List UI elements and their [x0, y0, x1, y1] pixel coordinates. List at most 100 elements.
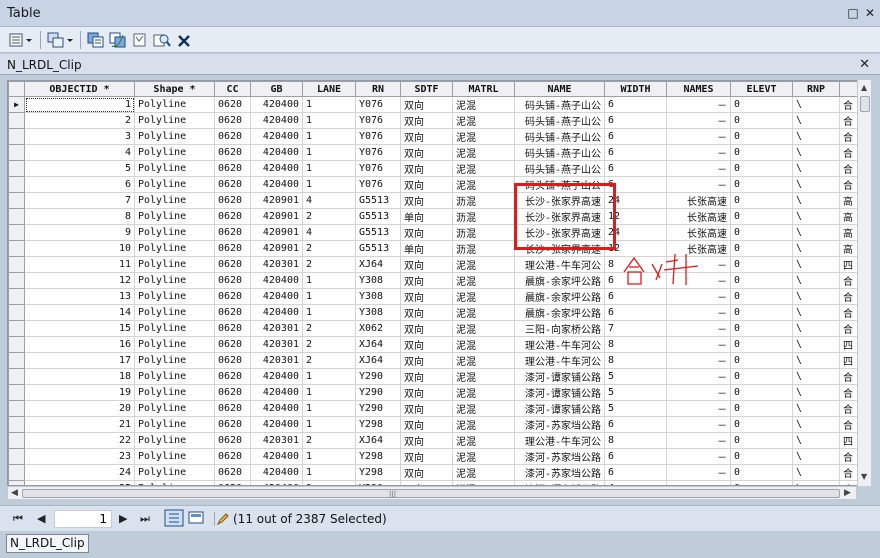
table-cell[interactable]: 沥混	[452, 192, 515, 209]
table-cell[interactable]: Polyline	[134, 448, 215, 465]
zoom-to-selected-button[interactable]	[153, 31, 171, 48]
table-cell[interactable]: 5	[604, 384, 667, 401]
table-cell[interactable]: 0	[730, 160, 793, 177]
table-cell[interactable]: －	[666, 176, 731, 193]
column-header[interactable]: NAMES	[666, 81, 731, 97]
table-cell[interactable]: Y076	[355, 112, 401, 129]
table-cell[interactable]: XJ64	[355, 432, 401, 449]
table-cell[interactable]: 0	[730, 432, 793, 449]
table-cell[interactable]: 1	[302, 112, 356, 129]
table-cell[interactable]: 6	[24, 176, 135, 193]
table-cell[interactable]: －	[666, 96, 731, 113]
table-cell[interactable]: －	[666, 128, 731, 145]
table-cell[interactable]: 0	[730, 112, 793, 129]
table-cell[interactable]: 3	[24, 128, 135, 145]
table-cell[interactable]: 420400	[250, 464, 303, 481]
table-row[interactable]: 10 Polyline 0620 420901 2 G5513 单向 沥混 长沙-张家界高速 12…	[8, 240, 870, 257]
table-cell[interactable]: 泥混	[452, 112, 515, 129]
table-cell[interactable]: 双向	[400, 464, 453, 481]
table-cell[interactable]: 双向	[400, 128, 453, 145]
table-row[interactable]: 7 Polyline 0620 420901 4 G5513 双向 沥混 长沙-张家界高速 24 长…	[8, 192, 870, 209]
table-cell[interactable]: 0	[730, 352, 793, 369]
row-selector[interactable]	[8, 432, 25, 449]
table-cell[interactable]: 420901	[250, 224, 303, 241]
row-selector[interactable]: ▶	[8, 96, 25, 113]
horizontal-scroll-thumb[interactable]: |||	[22, 489, 840, 498]
table-cell[interactable]: 1	[302, 288, 356, 305]
row-selector[interactable]	[8, 304, 25, 321]
table-cell[interactable]: －	[666, 400, 731, 417]
table-cell[interactable]: Y076	[355, 128, 401, 145]
bottom-table-tab[interactable]: N_LRDL_Clip	[6, 534, 89, 553]
table-cell[interactable]: \	[792, 128, 840, 145]
table-cell[interactable]: 420400	[250, 448, 303, 465]
table-cell[interactable]: 0	[730, 176, 793, 193]
table-cell[interactable]: G5513	[355, 192, 401, 209]
table-cell[interactable]: 双向	[400, 368, 453, 385]
table-cell[interactable]: 0620	[214, 96, 251, 113]
table-cell[interactable]: 6	[604, 112, 667, 129]
table-cell[interactable]: 泥混	[452, 160, 515, 177]
table-cell[interactable]: 23	[24, 448, 135, 465]
column-header[interactable]: LANE	[302, 81, 356, 97]
row-selector[interactable]	[8, 112, 25, 129]
table-cell[interactable]: \	[792, 304, 840, 321]
table-cell[interactable]: \	[792, 240, 840, 257]
table-cell[interactable]: 420400	[250, 384, 303, 401]
table-cell[interactable]: Polyline	[134, 464, 215, 481]
column-header[interactable]: ELEVT	[730, 81, 793, 97]
table-cell[interactable]: Polyline	[134, 304, 215, 321]
table-cell[interactable]: 420301	[250, 432, 303, 449]
table-cell[interactable]: \	[792, 368, 840, 385]
row-selector[interactable]	[8, 352, 25, 369]
row-selector[interactable]	[8, 336, 25, 353]
select-by-attributes-button[interactable]	[87, 31, 105, 48]
table-cell[interactable]: 泥混	[452, 96, 515, 113]
table-cell[interactable]: 晨旗-余家坪公路	[514, 288, 605, 305]
table-cell[interactable]: 0620	[214, 288, 251, 305]
table-cell[interactable]: 14	[24, 304, 135, 321]
table-cell[interactable]: Y076	[355, 144, 401, 161]
table-cell[interactable]: 4	[302, 192, 356, 209]
table-cell[interactable]: 0	[730, 448, 793, 465]
table-cell[interactable]: Y076	[355, 96, 401, 113]
table-cell[interactable]: \	[792, 416, 840, 433]
table-cell[interactable]: 泥混	[452, 432, 515, 449]
table-cell[interactable]: －	[666, 368, 731, 385]
table-cell[interactable]: 双向	[400, 256, 453, 273]
table-cell[interactable]: Polyline	[134, 208, 215, 225]
column-header[interactable]: SDTF	[400, 81, 453, 97]
table-cell[interactable]: 0	[730, 208, 793, 225]
table-cell[interactable]: 码头铺-燕子山公	[514, 128, 605, 145]
table-row[interactable]: 6 Polyline 0620 420400 1 Y076 双向 泥混 码头铺-燕子山公 6 － 0 \…	[8, 176, 870, 193]
previous-record-button[interactable]: ◀	[37, 512, 45, 525]
table-cell[interactable]: Polyline	[134, 416, 215, 433]
table-cell[interactable]: 6	[604, 128, 667, 145]
table-cell[interactable]: Polyline	[134, 288, 215, 305]
row-selector[interactable]	[8, 192, 25, 209]
table-cell[interactable]: 0620	[214, 160, 251, 177]
table-cell[interactable]: 420301	[250, 336, 303, 353]
row-selector[interactable]	[8, 224, 25, 241]
table-cell[interactable]: 沥混	[452, 240, 515, 257]
table-cell[interactable]: 0	[730, 96, 793, 113]
table-cell[interactable]: Y298	[355, 464, 401, 481]
table-cell[interactable]: 双向	[400, 448, 453, 465]
table-cell[interactable]: Y308	[355, 288, 401, 305]
table-row[interactable]: 8 Polyline 0620 420901 2 G5513 单向 沥混 长沙-张家界高速 12 长…	[8, 208, 870, 225]
table-cell[interactable]: 13	[24, 288, 135, 305]
table-cell[interactable]: 22	[24, 432, 135, 449]
table-cell[interactable]: －	[666, 464, 731, 481]
vertical-scrollbar[interactable]: ▲ ▼	[857, 80, 871, 486]
table-cell[interactable]: 1	[302, 160, 356, 177]
row-selector[interactable]	[8, 400, 25, 417]
table-row[interactable]: 11 Polyline 0620 420301 2 XJ64 双向 泥混 理公港-牛车河公 8 － 0…	[8, 256, 870, 273]
scroll-right-arrow-icon[interactable]: ▶	[844, 488, 851, 498]
table-cell[interactable]: \	[792, 144, 840, 161]
table-cell[interactable]: 4	[24, 144, 135, 161]
column-header[interactable]: OBJECTID *	[24, 81, 135, 97]
delete-selected-button[interactable]	[177, 31, 191, 48]
table-cell[interactable]: 12	[24, 272, 135, 289]
table-cell[interactable]: Polyline	[134, 368, 215, 385]
table-cell[interactable]: 长张高速	[666, 208, 731, 225]
